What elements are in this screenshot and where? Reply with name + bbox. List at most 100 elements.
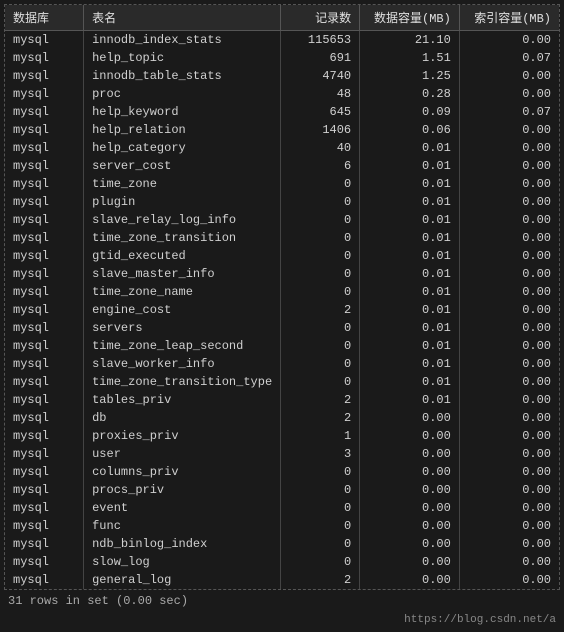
table-cell: mysql <box>5 499 84 517</box>
table-cell: 0.01 <box>360 391 460 409</box>
table-cell: 0 <box>281 553 360 571</box>
table-cell: tables_priv <box>84 391 281 409</box>
table-cell: time_zone <box>84 175 281 193</box>
table-cell: 0 <box>281 319 360 337</box>
table-cell: 0.28 <box>360 85 460 103</box>
table-cell: 0.00 <box>459 517 559 535</box>
table-cell: 0.00 <box>459 193 559 211</box>
table-row: mysqlengine_cost20.010.00 <box>5 301 559 319</box>
table-cell: time_zone_transition_type <box>84 373 281 391</box>
table-cell: 0.01 <box>360 301 460 319</box>
table-row: mysqlinnodb_table_stats47401.250.00 <box>5 67 559 85</box>
table-cell: 0.01 <box>360 247 460 265</box>
table-cell: 0.01 <box>360 211 460 229</box>
table-cell: 0.00 <box>459 139 559 157</box>
table-cell: 0 <box>281 247 360 265</box>
table-cell: proxies_priv <box>84 427 281 445</box>
table-row: mysqlslave_relay_log_info00.010.00 <box>5 211 559 229</box>
table-cell: mysql <box>5 67 84 85</box>
table-row: mysqlinnodb_index_stats11565321.100.00 <box>5 31 559 50</box>
table-cell: 0.00 <box>459 463 559 481</box>
table-cell: 0.00 <box>459 247 559 265</box>
table-row: mysqltables_priv20.010.00 <box>5 391 559 409</box>
table-cell: 0.00 <box>459 337 559 355</box>
table-cell: 1406 <box>281 121 360 139</box>
table-cell: 0.00 <box>459 553 559 571</box>
table-cell: 0.00 <box>360 427 460 445</box>
table-row: mysqluser30.000.00 <box>5 445 559 463</box>
table-cell: engine_cost <box>84 301 281 319</box>
table-header-row: 数据库 表名 记录数 数据容量(MB) 索引容量(MB) <box>5 5 559 31</box>
table-row: mysqlhelp_relation14060.060.00 <box>5 121 559 139</box>
mysql-stats-table: 数据库 表名 记录数 数据容量(MB) 索引容量(MB) mysqlinnodb… <box>5 5 559 589</box>
table-row: mysqlndb_binlog_index00.000.00 <box>5 535 559 553</box>
table-cell: 0.01 <box>360 283 460 301</box>
table-cell: 0.00 <box>360 571 460 589</box>
col-header-index: 索引容量(MB) <box>459 5 559 31</box>
table-cell: 3 <box>281 445 360 463</box>
table-cell: 0 <box>281 283 360 301</box>
table-row: mysqlcolumns_priv00.000.00 <box>5 463 559 481</box>
table-cell: 0.00 <box>459 355 559 373</box>
table-cell: 0 <box>281 265 360 283</box>
table-cell: 48 <box>281 85 360 103</box>
table-cell: mysql <box>5 283 84 301</box>
table-cell: 0.00 <box>360 481 460 499</box>
table-cell: db <box>84 409 281 427</box>
table-cell: 0.09 <box>360 103 460 121</box>
table-cell: mysql <box>5 85 84 103</box>
table-cell: 691 <box>281 49 360 67</box>
table-row: mysqlslave_master_info00.010.00 <box>5 265 559 283</box>
table-cell: 0.00 <box>459 301 559 319</box>
table-row: mysqlhelp_keyword6450.090.07 <box>5 103 559 121</box>
table-cell: help_topic <box>84 49 281 67</box>
table-cell: server_cost <box>84 157 281 175</box>
table-cell: 0.00 <box>360 409 460 427</box>
table-cell: 0 <box>281 535 360 553</box>
table-cell: time_zone_transition <box>84 229 281 247</box>
table-cell: 0.06 <box>360 121 460 139</box>
table-row: mysqlprocs_priv00.000.00 <box>5 481 559 499</box>
table-cell: mysql <box>5 409 84 427</box>
table-row: mysqltime_zone_leap_second00.010.00 <box>5 337 559 355</box>
table-cell: 0.01 <box>360 373 460 391</box>
table-cell: slave_relay_log_info <box>84 211 281 229</box>
table-cell: 0.00 <box>459 283 559 301</box>
table-cell: 0.00 <box>459 427 559 445</box>
table-cell: 0.00 <box>459 265 559 283</box>
table-cell: 6 <box>281 157 360 175</box>
table-row: mysqlserver_cost60.010.00 <box>5 157 559 175</box>
table-cell: mysql <box>5 571 84 589</box>
table-cell: 0.00 <box>459 391 559 409</box>
table-cell: mysql <box>5 319 84 337</box>
table-cell: mysql <box>5 535 84 553</box>
table-cell: 0.00 <box>459 157 559 175</box>
table-cell: 21.10 <box>360 31 460 50</box>
table-cell: 0.00 <box>360 553 460 571</box>
table-cell: mysql <box>5 229 84 247</box>
table-cell: 0.00 <box>459 85 559 103</box>
table-cell: 0.00 <box>459 373 559 391</box>
table-cell: 2 <box>281 391 360 409</box>
table-cell: 115653 <box>281 31 360 50</box>
table-cell: plugin <box>84 193 281 211</box>
table-cell: gtid_executed <box>84 247 281 265</box>
table-cell: procs_priv <box>84 481 281 499</box>
table-cell: mysql <box>5 427 84 445</box>
table-cell: mysql <box>5 157 84 175</box>
table-cell: 2 <box>281 301 360 319</box>
table-cell: 0 <box>281 175 360 193</box>
col-header-db: 数据库 <box>5 5 84 31</box>
table-cell: 0.00 <box>459 175 559 193</box>
table-cell: time_zone_name <box>84 283 281 301</box>
table-cell: 0.00 <box>360 517 460 535</box>
table-cell: mysql <box>5 301 84 319</box>
table-cell: help_category <box>84 139 281 157</box>
table-cell: columns_priv <box>84 463 281 481</box>
table-cell: slow_log <box>84 553 281 571</box>
table-row: mysqlslave_worker_info00.010.00 <box>5 355 559 373</box>
watermark: https://blog.csdn.net/a <box>4 612 560 628</box>
table-cell: 0.01 <box>360 337 460 355</box>
table-cell: 0.00 <box>459 319 559 337</box>
table-cell: mysql <box>5 175 84 193</box>
